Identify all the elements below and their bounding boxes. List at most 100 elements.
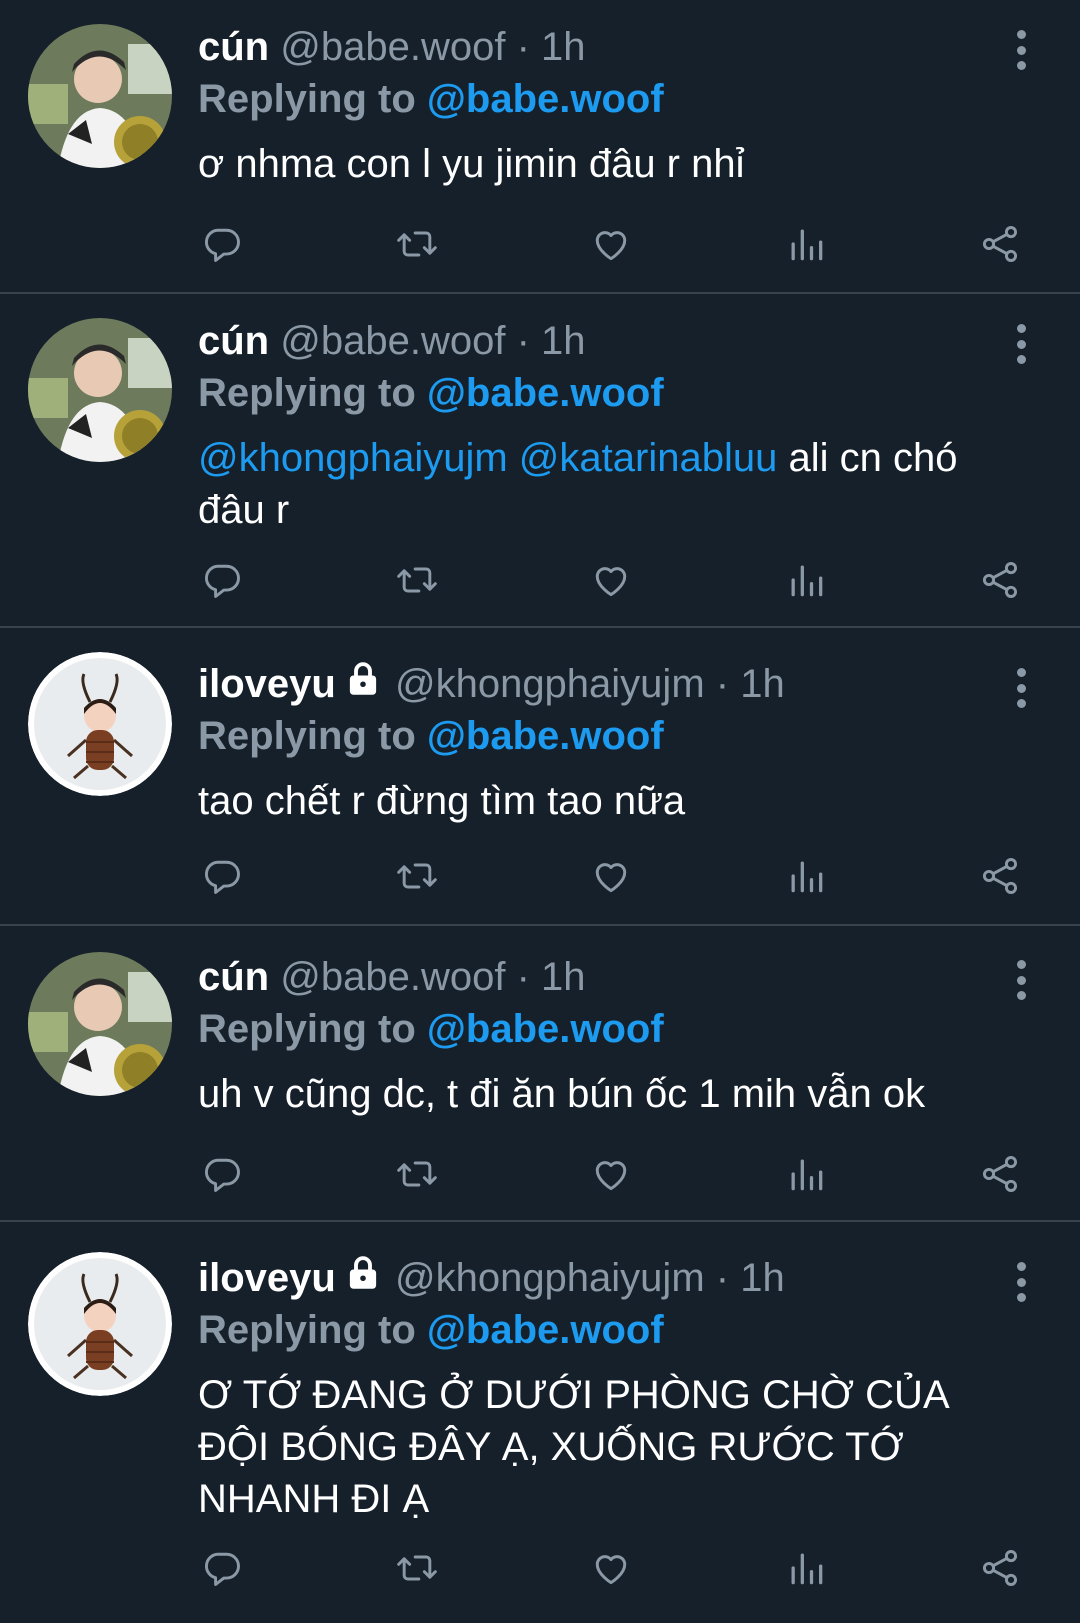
views-icon[interactable] — [782, 852, 830, 900]
username[interactable]: @babe.woof — [280, 25, 505, 69]
more-options-icon[interactable] — [1014, 30, 1028, 70]
tweet-content: iloveyu @khongphaiyujm · 1h Replying to … — [198, 1252, 1020, 1525]
reply-icon[interactable] — [198, 556, 246, 604]
views-icon[interactable] — [782, 1150, 830, 1198]
like-icon[interactable] — [587, 1150, 635, 1198]
username[interactable]: @babe.woof — [280, 319, 505, 363]
display-name[interactable]: cún — [198, 955, 269, 999]
person-photo-avatar — [28, 318, 172, 462]
timestamp[interactable]: 1h — [740, 662, 785, 706]
separator-dot: · — [715, 662, 730, 706]
replying-to-label: Replying to — [198, 714, 416, 758]
tweet-content: cún @babe.woof · 1h Replying to @babe.wo… — [198, 316, 1020, 536]
retweet-icon[interactable] — [393, 1150, 441, 1198]
tweet-header: cún @babe.woof · 1h — [198, 952, 1020, 1002]
replying-to-link[interactable]: @babe.woof — [427, 1007, 664, 1051]
tweet-text: Ơ TỚ ĐANG Ở DƯỚI PHÒNG CHỜ CỦA ĐỘI BÓNG … — [198, 1369, 1020, 1525]
share-icon[interactable] — [976, 1150, 1024, 1198]
replying-to-link[interactable]: @babe.woof — [427, 1308, 664, 1352]
tweet[interactable]: cún @babe.woof · 1h Replying to @babe.wo… — [0, 926, 1080, 1222]
retweet-icon[interactable] — [393, 220, 441, 268]
replying-to-line: Replying to @babe.woof — [198, 711, 1020, 761]
like-icon[interactable] — [587, 852, 635, 900]
tweet[interactable]: iloveyu @khongphaiyujm · 1h Replying to … — [0, 1222, 1080, 1623]
avatar[interactable] — [28, 1252, 172, 1396]
like-icon[interactable] — [587, 1544, 635, 1592]
person-photo-avatar — [28, 24, 172, 168]
tweet-actions — [198, 556, 1024, 604]
retweet-icon[interactable] — [393, 556, 441, 604]
tweet-actions — [198, 852, 1024, 900]
share-icon[interactable] — [976, 1544, 1024, 1592]
more-options-icon[interactable] — [1014, 324, 1028, 364]
replying-to-label: Replying to — [198, 1007, 416, 1051]
lock-icon — [349, 1256, 376, 1289]
reply-icon[interactable] — [198, 852, 246, 900]
retweet-icon[interactable] — [393, 852, 441, 900]
tweet-text: @khongphaiyujm @katarinabluu ali cn chó … — [198, 432, 1020, 536]
share-icon[interactable] — [976, 220, 1024, 268]
tweet-header: cún @babe.woof · 1h — [198, 22, 1020, 72]
display-name[interactable]: cún — [198, 25, 269, 69]
username[interactable]: @babe.woof — [280, 955, 505, 999]
mention-link[interactable]: @khongphaiyujm — [198, 436, 508, 480]
mention-link[interactable]: @katarinabluu — [519, 436, 778, 480]
tweet[interactable]: cún @babe.woof · 1h Replying to @babe.wo… — [0, 0, 1080, 294]
tweet-actions — [198, 1150, 1024, 1198]
tweet-header: cún @babe.woof · 1h — [198, 316, 1020, 366]
more-options-icon[interactable] — [1014, 1262, 1028, 1302]
avatar[interactable] — [28, 318, 172, 462]
timestamp[interactable]: 1h — [541, 25, 586, 69]
tweet-header: iloveyu @khongphaiyujm · 1h — [198, 1252, 1020, 1303]
replying-to-label: Replying to — [198, 1308, 416, 1352]
avatar[interactable] — [28, 652, 172, 796]
display-name[interactable]: iloveyu — [198, 1256, 336, 1300]
tweet[interactable]: cún @babe.woof · 1h Replying to @babe.wo… — [0, 294, 1080, 628]
replying-to-line: Replying to @babe.woof — [198, 1004, 1020, 1054]
replying-to-label: Replying to — [198, 371, 416, 415]
replying-to-line: Replying to @babe.woof — [198, 74, 1020, 124]
tweet-text-body: ơ nhma con l yu jimin đâu r nhỉ — [198, 142, 745, 186]
display-name[interactable]: iloveyu — [198, 662, 336, 706]
views-icon[interactable] — [782, 220, 830, 268]
avatar[interactable] — [28, 24, 172, 168]
more-options-icon[interactable] — [1014, 960, 1028, 1000]
retweet-icon[interactable] — [393, 1544, 441, 1592]
reply-icon[interactable] — [198, 220, 246, 268]
like-icon[interactable] — [587, 220, 635, 268]
views-icon[interactable] — [782, 1544, 830, 1592]
replying-to-line: Replying to @babe.woof — [198, 1305, 1020, 1355]
lock-icon — [349, 662, 376, 695]
replying-to-link[interactable]: @babe.woof — [427, 714, 664, 758]
timestamp[interactable]: 1h — [541, 955, 586, 999]
display-name[interactable]: cún — [198, 319, 269, 363]
replying-to-line: Replying to @babe.woof — [198, 368, 1020, 418]
more-options-icon[interactable] — [1014, 668, 1028, 708]
separator-dot: · — [715, 1256, 730, 1300]
tweet[interactable]: iloveyu @khongphaiyujm · 1h Replying to … — [0, 628, 1080, 926]
cockroach-cartoon-avatar — [28, 652, 172, 796]
separator-dot: · — [516, 25, 530, 69]
tweet-header: iloveyu @khongphaiyujm · 1h — [198, 658, 1020, 709]
replying-to-link[interactable]: @babe.woof — [427, 371, 664, 415]
tweet-content: cún @babe.woof · 1h Replying to @babe.wo… — [198, 22, 1020, 190]
separator-dot: · — [516, 955, 530, 999]
separator-dot: · — [516, 319, 530, 363]
reply-icon[interactable] — [198, 1544, 246, 1592]
timestamp[interactable]: 1h — [740, 1256, 785, 1300]
avatar[interactable] — [28, 952, 172, 1096]
person-photo-avatar — [28, 952, 172, 1096]
timestamp[interactable]: 1h — [541, 319, 586, 363]
replying-to-link[interactable]: @babe.woof — [427, 77, 664, 121]
replying-to-label: Replying to — [198, 77, 416, 121]
like-icon[interactable] — [587, 556, 635, 604]
reply-icon[interactable] — [198, 1150, 246, 1198]
reply-timeline: cún @babe.woof · 1h Replying to @babe.wo… — [0, 0, 1080, 1623]
share-icon[interactable] — [976, 556, 1024, 604]
share-icon[interactable] — [976, 852, 1024, 900]
username[interactable]: @khongphaiyujm — [395, 662, 705, 706]
username[interactable]: @khongphaiyujm — [395, 1256, 705, 1300]
tweet-text: tao chết r đừng tìm tao nữa — [198, 775, 1020, 827]
cockroach-cartoon-avatar — [28, 1252, 172, 1396]
views-icon[interactable] — [782, 556, 830, 604]
